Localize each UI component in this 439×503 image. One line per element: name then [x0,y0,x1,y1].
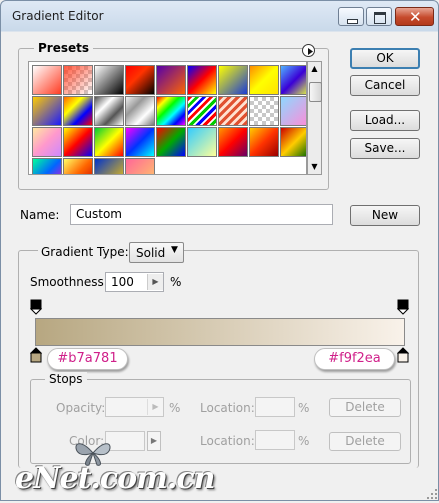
watermark-text: eNet.com.cn [15,461,215,496]
presets-scrollbar[interactable]: ▲ ▼ [307,61,322,175]
preset-swatch[interactable] [32,96,62,126]
opacity-label: Opacity: [56,401,106,415]
gradient-type-select[interactable]: Solid ▼ [129,242,184,263]
presets-swatch-grid [28,61,307,175]
preset-swatch[interactable] [32,158,62,174]
preset-swatch[interactable] [280,65,306,95]
color-stop-right[interactable] [396,347,410,363]
save-button[interactable]: Save... [350,138,420,159]
opacity-location-label: Location: [200,401,255,415]
gradient-preview-bar[interactable] [35,318,405,346]
gradient-editor-window: Gradient Editor ✕ Presets ▲ ▼ OK Cancel … [0,0,439,501]
ok-button[interactable]: OK [350,48,420,69]
gradient-type-label: Gradient Type: [38,245,132,259]
name-input[interactable]: Custom [70,204,333,225]
presets-menu-button[interactable] [302,44,315,57]
presets-label: Presets [34,41,94,55]
preset-swatch[interactable] [249,65,279,95]
close-button[interactable]: ✕ [395,7,434,26]
color-menu-button[interactable]: ▶ [147,431,161,451]
opacity-delete-button[interactable]: Delete [329,398,401,417]
preset-swatch[interactable] [218,96,248,126]
preset-swatch[interactable] [63,127,93,157]
load-button[interactable]: Load... [350,110,420,131]
window-title: Gradient Editor [12,9,104,23]
triangle-right-icon [308,48,313,55]
color-location-label: Location: [200,434,255,448]
smoothness-label: Smoothness: [30,275,108,289]
preset-swatch[interactable] [63,96,93,126]
resize-grip[interactable] [426,488,438,500]
cancel-button[interactable]: Cancel [350,75,420,96]
preset-swatch[interactable] [280,127,306,157]
title-bar: Gradient Editor ✕ [1,1,439,32]
preset-swatch[interactable] [249,127,279,157]
scroll-thumb[interactable] [309,82,322,102]
preset-swatch[interactable] [187,96,217,126]
preset-swatch[interactable] [94,127,124,157]
preset-swatch[interactable] [280,96,306,126]
preset-swatch[interactable] [125,158,155,174]
smoothness-value: 100 [111,275,134,289]
smoothness-unit: % [170,275,182,289]
preset-swatch[interactable] [125,96,155,126]
preset-swatch[interactable] [63,65,93,95]
maximize-icon [374,12,386,24]
opacity-input[interactable]: ▶ [105,397,164,417]
smoothness-slider-toggle[interactable]: ▶ [147,274,163,290]
scroll-down-icon[interactable]: ▼ [308,160,321,174]
preset-swatch[interactable] [156,127,186,157]
color-delete-button[interactable]: Delete [329,432,401,451]
preset-swatch[interactable] [218,65,248,95]
preset-swatch[interactable] [218,127,248,157]
preset-swatch[interactable] [156,96,186,126]
opacity-stop-right[interactable] [396,299,410,315]
preset-swatch[interactable] [187,65,217,95]
preset-swatch[interactable] [94,65,124,95]
left-stop-hex-label: #b7a781 [47,348,128,370]
preset-swatch[interactable] [32,65,62,95]
minimize-button[interactable] [338,7,364,26]
maximize-button[interactable] [366,7,392,26]
right-stop-hex-label: #f9f2ea [314,348,395,370]
opacity-location-unit: % [298,401,310,415]
preset-swatch[interactable] [156,65,186,95]
color-location-input[interactable] [255,430,295,450]
preset-swatch[interactable] [94,158,124,174]
name-label: Name: [20,208,60,222]
new-button[interactable]: New [350,205,420,226]
preset-swatch[interactable] [32,127,62,157]
color-stop-left[interactable] [29,347,43,363]
preset-swatch[interactable] [187,127,217,157]
chevron-down-icon: ▼ [171,245,178,255]
preset-swatch[interactable] [249,96,279,126]
smoothness-input[interactable]: 100 ▶ [105,272,164,292]
close-icon: ✕ [409,8,422,26]
preset-swatch[interactable] [125,127,155,157]
opacity-slider-toggle[interactable]: ▶ [147,399,163,415]
name-input-value: Custom [76,207,122,221]
opacity-stop-left[interactable] [29,299,43,315]
color-location-unit: % [298,434,310,448]
opacity-unit: % [169,401,181,415]
minimize-icon [347,19,358,24]
preset-swatch[interactable] [125,65,155,95]
preset-swatch[interactable] [63,158,93,174]
stops-label: Stops [45,372,87,386]
preset-swatch[interactable] [94,96,124,126]
scroll-up-icon[interactable]: ▲ [308,62,321,76]
gradient-type-value: Solid [136,246,166,260]
opacity-location-input[interactable] [255,397,295,417]
